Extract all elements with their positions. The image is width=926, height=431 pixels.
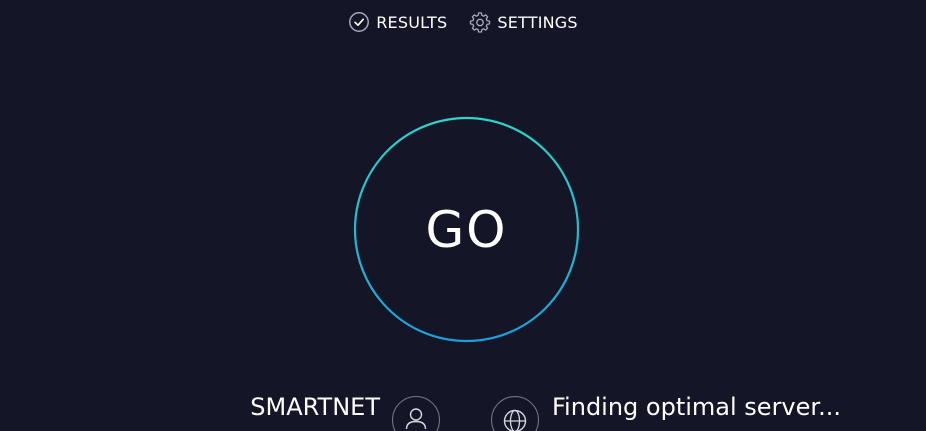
settings-link[interactable]: SETTINGS bbox=[469, 11, 578, 33]
check-circle-icon bbox=[348, 11, 370, 33]
go-button-container: GO bbox=[353, 116, 580, 343]
go-button[interactable]: GO bbox=[355, 118, 578, 341]
top-nav: RESULTS SETTINGS bbox=[0, 11, 926, 33]
person-icon bbox=[391, 395, 441, 431]
server-status: Finding optimal server... bbox=[552, 393, 841, 421]
isp-name: SMARTNET bbox=[250, 393, 380, 421]
gear-icon bbox=[469, 11, 491, 33]
results-label: RESULTS bbox=[376, 12, 448, 32]
results-link[interactable]: RESULTS bbox=[348, 11, 447, 33]
speedtest-page: RESULTS SETTINGS GO SMARTNET Finding opt… bbox=[0, 0, 926, 431]
globe-icon[interactable] bbox=[490, 395, 540, 431]
settings-label: SETTINGS bbox=[497, 12, 578, 32]
